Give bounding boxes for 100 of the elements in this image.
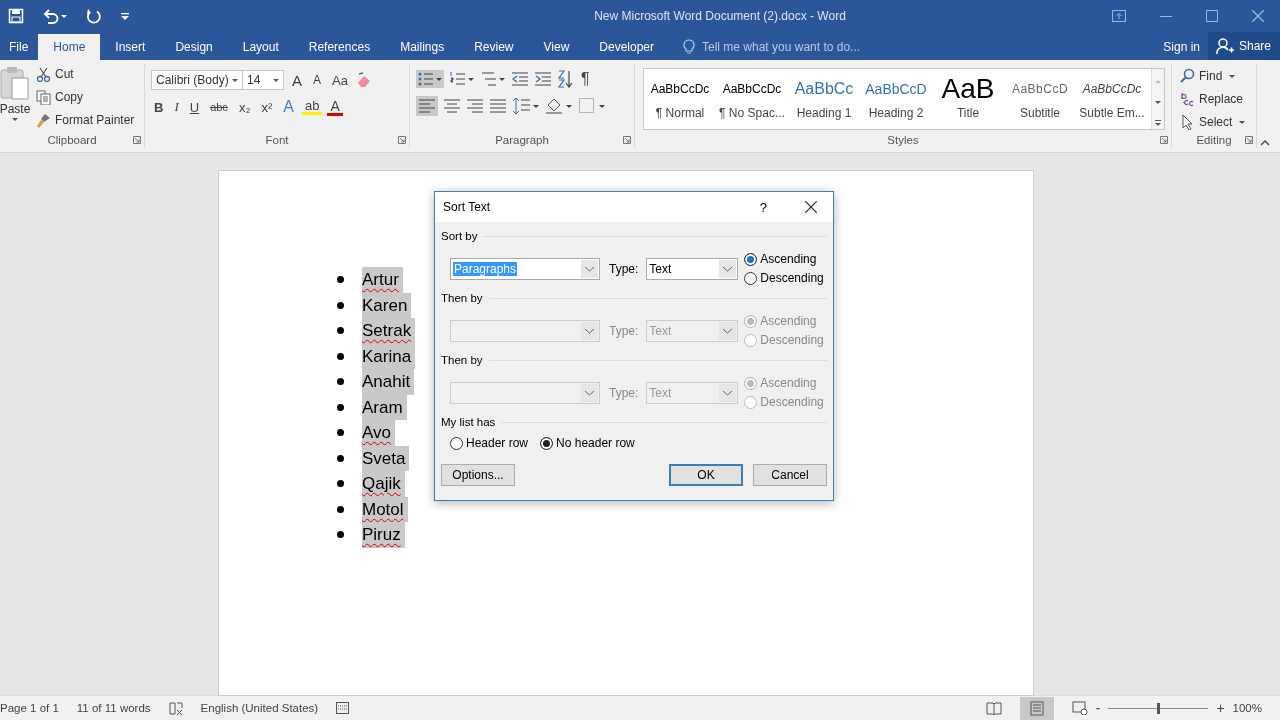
bullet-list-icon[interactable] [416, 70, 444, 88]
color-tool[interactable]: ab [301, 99, 323, 115]
chevron-down-icon [719, 384, 737, 402]
word-count[interactable]: 11 of 11 words [76, 702, 151, 714]
sort-icon[interactable] [557, 70, 573, 88]
color-tool[interactable]: A [280, 98, 297, 116]
ribbon-tab[interactable]: Developer [584, 34, 669, 60]
list-item-text: Setrak [362, 318, 416, 344]
radio-button[interactable]: No header row [540, 436, 635, 451]
language-status[interactable]: English (United States) [200, 702, 319, 714]
caret-icon [232, 78, 238, 82]
radio-button[interactable]: Ascending [744, 252, 824, 267]
format-button[interactable]: I [171, 99, 182, 115]
format-button[interactable]: abc [207, 101, 231, 113]
page-count[interactable]: Page 1 of 1 [0, 702, 59, 714]
close-icon[interactable] [805, 201, 817, 213]
ribbon-button[interactable]: Format Painter [36, 111, 135, 129]
style-option[interactable]: AaBbCcD Subtitle [1004, 69, 1076, 129]
align-center-icon[interactable] [443, 98, 461, 114]
dialog-launcher-icon[interactable] [133, 136, 141, 144]
numbered-list-icon[interactable] [449, 70, 475, 88]
style-option[interactable]: AaBbCcD Heading 2 [860, 69, 932, 129]
type-dropdown[interactable]: Text [646, 258, 739, 280]
tell-me-field[interactable]: Tell me what you want to do... [700, 39, 964, 55]
ribbon-display-icon[interactable] [1112, 10, 1126, 22]
format-button[interactable]: B [151, 99, 167, 115]
increase-indent-icon[interactable] [534, 71, 552, 87]
ribbon-tab[interactable]: View [528, 34, 585, 60]
ribbon-tab[interactable]: File [0, 34, 39, 60]
paste-button[interactable]: Paste [0, 64, 30, 132]
collapse-ribbon-icon[interactable] [1260, 140, 1270, 146]
ribbon-tab[interactable]: Layout [227, 34, 294, 60]
style-option[interactable]: AaBbCcDc ¶ No Spac... [716, 69, 788, 129]
dialog-launcher-icon[interactable] [1245, 136, 1253, 144]
line-spacing-icon[interactable] [512, 97, 540, 115]
dialog-launcher-icon[interactable] [398, 136, 406, 144]
share-button[interactable]: Share [1208, 32, 1280, 60]
ribbon-button[interactable]: Find [1180, 67, 1256, 85]
style-option[interactable]: AaBbCcDc ¶ Normal [644, 69, 716, 129]
color-tool[interactable]: A [327, 98, 343, 116]
eraser-icon[interactable] [355, 72, 372, 88]
type-label: Type: [609, 386, 639, 400]
list-item-text: Sveta [362, 445, 410, 471]
align-right-icon[interactable] [466, 98, 484, 114]
ribbon-tab[interactable]: Review [459, 34, 529, 60]
borders-icon[interactable] [578, 97, 606, 115]
save-icon[interactable] [8, 8, 24, 24]
align-left-icon[interactable] [416, 96, 438, 116]
style-option[interactable]: AaB Title [932, 69, 1004, 129]
print-layout-icon[interactable] [1019, 696, 1054, 720]
decrease-indent-icon[interactable] [511, 71, 529, 87]
font-size-tool[interactable]: A [289, 71, 305, 89]
font-name-field[interactable]: Calibri (Body) [151, 70, 243, 90]
ok-button[interactable]: OK [669, 464, 743, 486]
font-size-field[interactable]: 14 [242, 70, 284, 90]
options-button[interactable]: Options... [441, 464, 515, 486]
radio-button[interactable]: Descending [744, 271, 824, 286]
format-button[interactable]: x² [258, 99, 276, 115]
bullet-icon [337, 454, 344, 462]
redo-icon[interactable] [86, 8, 102, 24]
web-layout-icon[interactable] [1071, 701, 1088, 715]
ribbon-tab[interactable]: Home [38, 34, 101, 60]
group-label: Paragraph [495, 134, 549, 146]
style-option[interactable]: AaBbCcDc Subtle Em... [1076, 69, 1148, 129]
format-button[interactable]: x₂ [235, 99, 254, 115]
zoom-out-button[interactable]: - [1095, 700, 1101, 716]
chevron-down-icon [719, 322, 737, 340]
help-button[interactable]: ? [759, 199, 767, 215]
ribbon-button[interactable]: Copy [36, 88, 135, 106]
dialog-launcher-icon[interactable] [623, 136, 631, 144]
ribbon-button[interactable]: Replace [1180, 90, 1256, 108]
dialog-launcher-icon[interactable] [1160, 136, 1168, 144]
find-icon [1180, 68, 1195, 84]
justify-icon[interactable] [489, 98, 507, 114]
ribbon-tab[interactable]: Insert [100, 34, 161, 60]
zoom-in-button[interactable]: + [1216, 700, 1225, 716]
font-size-tool[interactable]: A [310, 73, 325, 87]
ribbon-button[interactable]: Select [1180, 113, 1256, 131]
style-option[interactable]: AaBbCc Heading 1 [788, 69, 860, 129]
sign-in-link[interactable]: Sign in [1155, 34, 1208, 60]
read-mode-icon[interactable] [985, 701, 1002, 715]
ribbon-tab[interactable]: Mailings [385, 34, 460, 60]
bullet-icon [337, 327, 344, 335]
maximize-icon[interactable] [1206, 10, 1218, 22]
ribbon-button[interactable]: Cut [36, 65, 135, 83]
ribbon-tab[interactable]: Design [160, 34, 228, 60]
undo-icon[interactable] [42, 8, 68, 24]
ribbon-tab[interactable]: References [293, 34, 386, 60]
multilevel-list-icon[interactable] [480, 70, 506, 88]
format-button[interactable]: U [186, 99, 203, 115]
customize-icon[interactable] [120, 11, 130, 21]
section-label: Sort by [441, 230, 478, 242]
show-formatting-button[interactable]: ¶ [578, 70, 593, 88]
macro-icon[interactable] [336, 702, 350, 714]
font-size-tool[interactable]: Aa [329, 72, 351, 88]
radio-button[interactable]: Header row [450, 436, 529, 451]
zoom-level[interactable]: 100% [1232, 702, 1280, 714]
group-label: Editing [1196, 134, 1232, 146]
cancel-button[interactable]: Cancel [753, 464, 827, 486]
shading-icon[interactable] [545, 97, 573, 115]
